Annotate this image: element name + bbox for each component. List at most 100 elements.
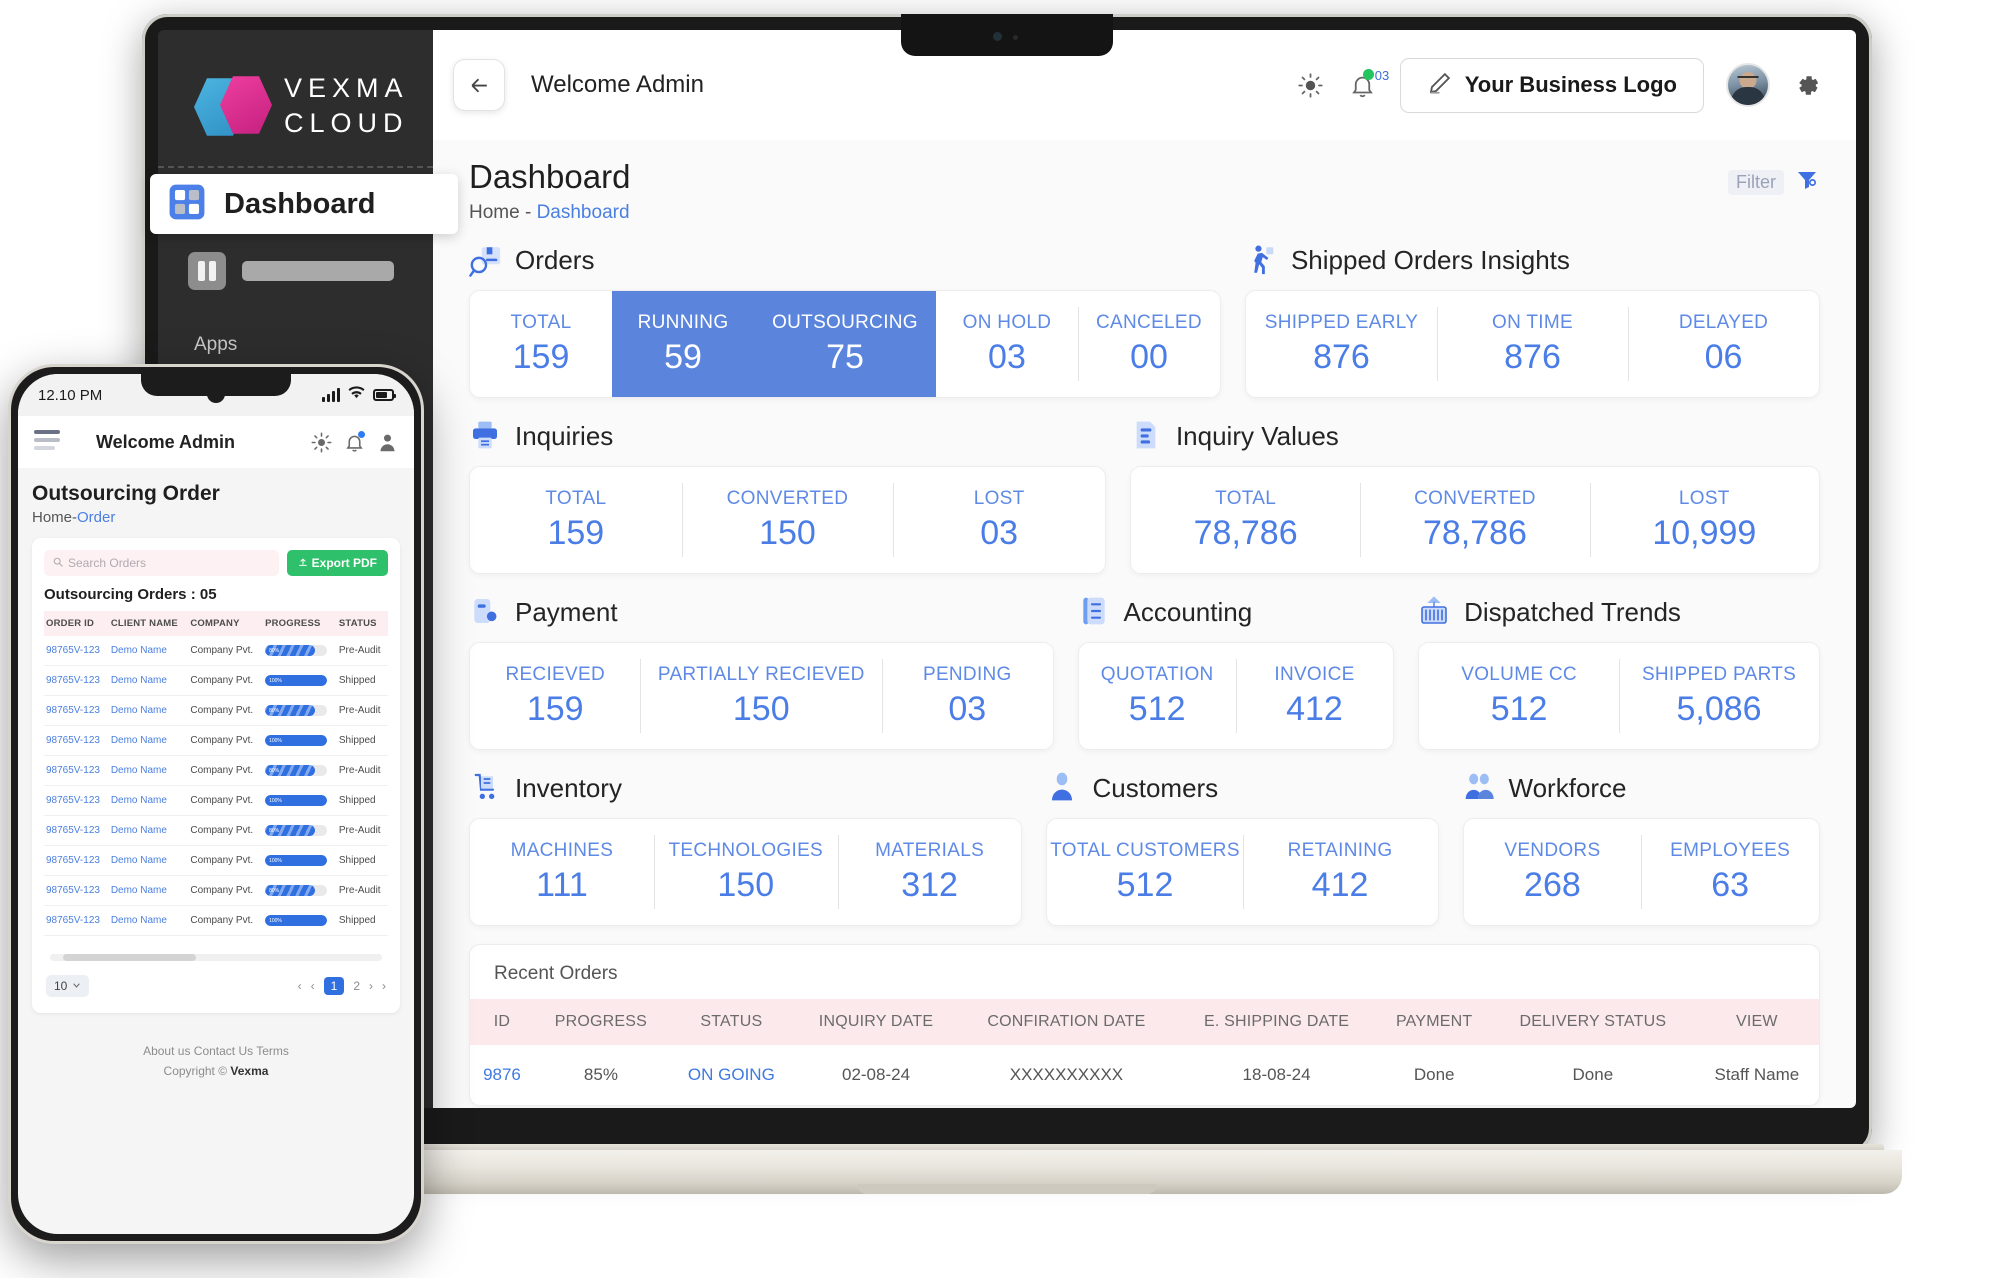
stat-label: INVOICE (1274, 663, 1355, 685)
stat-customers-retaining[interactable]: RETAINING 412 (1242, 819, 1438, 925)
stat-inquiries-total[interactable]: TOTAL 159 (470, 467, 682, 573)
rows-per-page-select[interactable]: 10 (46, 975, 90, 997)
cell-client-name[interactable]: Demo Name (108, 695, 189, 726)
footer-links[interactable]: About us Contact Us Terms (32, 1041, 400, 1061)
cell-order-id[interactable]: 98765V-123 (44, 785, 109, 816)
breadcrumb-current[interactable]: Dashboard (537, 202, 630, 223)
table-row[interactable]: 98765V-123 Demo Name Company Pvt. 100% Shipp… (44, 725, 388, 756)
hamburger-menu-icon[interactable] (34, 430, 60, 454)
cell-order-id[interactable]: 98765V-123 (44, 755, 109, 786)
progress-bar: 80% (265, 705, 328, 716)
pagination-first[interactable]: ‹ (298, 979, 302, 993)
column-header-id: ID (470, 999, 534, 1045)
back-button[interactable] (453, 59, 505, 111)
cell-client-name[interactable]: Demo Name (108, 785, 189, 816)
business-logo-button[interactable]: Your Business Logo (1399, 57, 1704, 113)
cell-order-id[interactable]: 98765V-123 (44, 665, 109, 696)
stat-shipped-on-time[interactable]: ON TIME 876 (1436, 291, 1628, 397)
cell-view[interactable]: Staff Name (1695, 1045, 1819, 1105)
sidebar-item-dashboard[interactable]: Dashboard (150, 174, 458, 234)
person-icon[interactable] (377, 432, 398, 453)
table-row[interactable]: 98765V-123 Demo Name Company Pvt. 100% Shipp… (44, 665, 388, 696)
user-avatar[interactable] (1726, 63, 1770, 107)
cell-order-id[interactable]: 98765V-123 (44, 875, 109, 906)
stat-orders-total[interactable]: TOTAL 159 (470, 291, 612, 397)
pagination-prev[interactable]: ‹ (311, 979, 315, 993)
bell-icon[interactable]: 03 (1348, 68, 1389, 100)
cell-client-name[interactable]: Demo Name (108, 845, 189, 876)
table-row[interactable]: 98765V-123 Demo Name Company Pvt. 100% Shipp… (44, 785, 388, 816)
table-row[interactable]: 98765V-123 Demo Name Company Pvt. 80% Pre-Au… (44, 695, 388, 726)
cell-client-name[interactable]: Demo Name (108, 725, 189, 756)
stat-inventory-technologies[interactable]: TECHNOLOGIES 150 (653, 819, 838, 925)
stat-label: CANCELED (1096, 311, 1202, 333)
stat-orders-outsourcing[interactable]: OUTSOURCING 75 (754, 291, 936, 397)
sidebar-item-placeholder[interactable] (158, 252, 433, 290)
cell-client-name[interactable]: Demo Name (108, 636, 189, 666)
sun-theme-icon[interactable] (1296, 70, 1326, 100)
table-row[interactable]: 98765V-123 Demo Name Company Pvt. 80% Pre-Au… (44, 755, 388, 786)
stat-workforce-employees[interactable]: EMPLOYEES 63 (1641, 819, 1819, 925)
stat-accounting-invoice[interactable]: INVOICE 412 (1235, 643, 1393, 749)
wifi-icon (348, 386, 365, 404)
stat-inventory-materials[interactable]: MATERIALS 312 (837, 819, 1022, 925)
stat-customers-total[interactable]: TOTAL CUSTOMERS 512 (1047, 819, 1242, 925)
stat-payment-pending[interactable]: PENDING 03 (882, 643, 1052, 749)
horizontal-scrollbar[interactable] (50, 954, 382, 961)
table-row[interactable]: 98765V-123 Demo Name Company Pvt. 80% Pre-Au… (44, 875, 388, 906)
table-row[interactable]: 98765V-123 Demo Name Company Pvt. 80% Pre-Au… (44, 815, 388, 846)
table-row[interactable]: 98765V-123 Demo Name Company Pvt. 100% Shipp… (44, 845, 388, 876)
funnel-icon[interactable] (1794, 168, 1820, 197)
accounting-ledger-icon (1078, 595, 1112, 629)
cell-order-id[interactable]: 98765V-123 (44, 905, 109, 936)
stat-shipped-early[interactable]: SHIPPED EARLY 876 (1246, 291, 1437, 397)
stat-label: CONVERTED (1414, 487, 1536, 509)
stats-customers: TOTAL CUSTOMERS 512 RETAINING 412 (1046, 818, 1439, 926)
cell-client-name[interactable]: Demo Name (108, 665, 189, 696)
stat-orders-running[interactable]: RUNNING 59 (612, 291, 755, 397)
stat-inquiries-converted[interactable]: CONVERTED 150 (681, 467, 894, 573)
cell-client-name[interactable]: Demo Name (108, 875, 189, 906)
stat-inventory-machines[interactable]: MACHINES 111 (470, 819, 654, 925)
sun-theme-icon[interactable] (311, 432, 332, 453)
cell-order-id[interactable]: 98765V-123 (44, 845, 109, 876)
table-row[interactable]: 98765V-123 Demo Name Company Pvt. 80% Pre-Au… (44, 636, 388, 666)
stat-payment-partially-recieved[interactable]: PARTIALLY RECIEVED 150 (640, 643, 882, 749)
cell-status: Pre-Audit (336, 755, 388, 786)
cell-id[interactable]: 9876 (470, 1045, 534, 1105)
pagination-page-1[interactable]: 1 (323, 977, 345, 995)
stat-shipped-delayed[interactable]: DELAYED 06 (1628, 291, 1819, 397)
phone-breadcrumb-current[interactable]: Order (77, 509, 115, 526)
stat-orders-on-hold[interactable]: ON HOLD 03 (936, 291, 1078, 397)
stat-payment-recieved[interactable]: RECIEVED 159 (470, 643, 640, 749)
cell-client-name[interactable]: Demo Name (108, 755, 189, 786)
stat-inquiries-lost[interactable]: LOST 03 (893, 467, 1105, 573)
gear-icon[interactable] (1792, 70, 1822, 100)
progress-bar: 100% (265, 735, 328, 746)
pagination-next[interactable]: › (369, 979, 373, 993)
cell-client-name[interactable]: Demo Name (108, 815, 189, 846)
stat-workforce-vendors[interactable]: VENDORS 268 (1464, 819, 1642, 925)
stat-inquiry-values-lost[interactable]: LOST 10,999 (1589, 467, 1819, 573)
table-row[interactable]: 9876 85% ON GOING 02-08-24 XXXXXXXXXX 18… (470, 1045, 1819, 1105)
search-input[interactable]: Search Orders (44, 550, 279, 576)
pagination-last[interactable]: › (382, 979, 386, 993)
phone-header: Welcome Admin (18, 416, 414, 468)
stat-dispatched-shipped-parts[interactable]: SHIPPED PARTS 5,086 (1619, 643, 1819, 749)
table-row[interactable]: 98765V-123 Demo Name Company Pvt. 100% Shipp… (44, 905, 388, 936)
cell-order-id[interactable]: 98765V-123 (44, 815, 109, 846)
stat-inquiry-values-converted[interactable]: CONVERTED 78,786 (1360, 467, 1589, 573)
stat-orders-canceled[interactable]: CANCELED 00 (1077, 291, 1220, 397)
brand-name-line2: CLOUD (284, 108, 409, 138)
cell-order-id[interactable]: 98765V-123 (44, 695, 109, 726)
stat-inquiry-values-total[interactable]: TOTAL 78,786 (1131, 467, 1360, 573)
export-pdf-button[interactable]: Export PDF (286, 550, 388, 576)
stat-dispatched-volume-cc[interactable]: VOLUME CC 512 (1419, 643, 1619, 749)
pagination-page-2[interactable]: 2 (353, 979, 360, 993)
filter-control[interactable]: Filter (1728, 168, 1820, 197)
cell-order-id[interactable]: 98765V-123 (44, 636, 109, 666)
cell-client-name[interactable]: Demo Name (108, 905, 189, 936)
stat-accounting-quotation[interactable]: QUOTATION 512 (1079, 643, 1236, 749)
cell-order-id[interactable]: 98765V-123 (44, 725, 109, 756)
bell-icon[interactable] (344, 430, 365, 453)
